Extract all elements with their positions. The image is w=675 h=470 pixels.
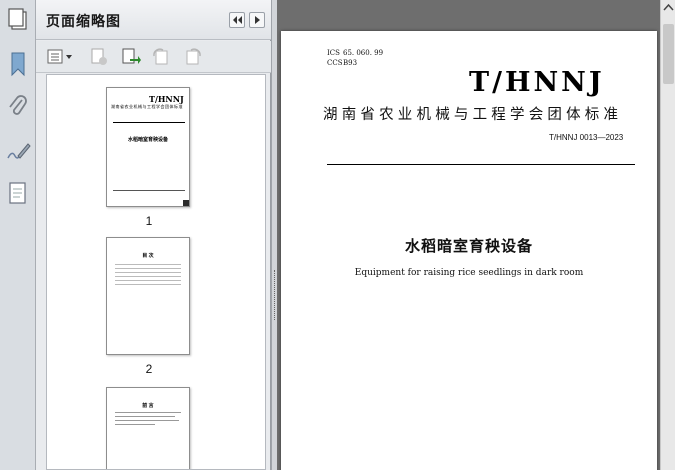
- thumb1-logo: T/HNNJ: [149, 94, 184, 104]
- delete-page-icon[interactable]: [88, 47, 110, 67]
- thumb1-org: 湖南省农业机械与工程学会团体标准: [111, 104, 183, 109]
- document-scroll-thumb[interactable]: [663, 24, 674, 84]
- header-divider: [327, 164, 635, 165]
- pages-icon[interactable]: [4, 6, 32, 34]
- document-scrollbar[interactable]: [660, 0, 675, 470]
- right-arrow-icon[interactable]: [249, 12, 265, 28]
- navigation-tool-strip: [0, 0, 36, 470]
- rotate-cw-icon[interactable]: [182, 47, 204, 67]
- standard-number: T/HNNJ 0013—2023: [549, 133, 624, 142]
- ics-value: 65. 060. 99: [343, 49, 384, 57]
- scroll-up-button[interactable]: [661, 0, 675, 16]
- page-thumbnails-panel: 页面缩略图 T/HNNJ 湖南省农业机械与工程学会团体标准 水稻暗室育秧设备 1…: [36, 0, 301, 470]
- signature-icon[interactable]: [4, 138, 32, 166]
- thumbnail-list: T/HNNJ 湖南省农业机械与工程学会团体标准 水稻暗室育秧设备 1 目 次 2…: [46, 74, 266, 470]
- document-title: 水稻暗室育秧设备: [404, 238, 533, 255]
- page-thumbnail-2[interactable]: 目 次: [106, 237, 190, 355]
- thumbnail-label-2: 2: [145, 362, 153, 376]
- ics-label: ICS: [327, 49, 340, 57]
- options-menu-icon[interactable]: [46, 47, 76, 67]
- chevron-up-icon: [663, 3, 674, 11]
- document-view[interactable]: ICS 65. 060. 99 CCS B93 T/HNNJ 湖南省农业机械与工…: [277, 0, 660, 470]
- thumb3-heading: 前 言: [142, 403, 154, 409]
- thumb1-title: 水稻暗室育秧设备: [127, 137, 168, 143]
- document-page: ICS 65. 060. 99 CCS B93 T/HNNJ 湖南省农业机械与工…: [281, 31, 657, 470]
- page-thumbnail-3[interactable]: 前 言: [106, 387, 190, 469]
- double-left-arrow-icon[interactable]: [229, 12, 245, 28]
- ccs-value: B93: [343, 59, 358, 67]
- panel-header: 页面缩略图: [36, 0, 271, 40]
- panel-title: 页面缩略图: [46, 13, 121, 29]
- document-subtitle: Equipment for raising rice seedlings in …: [354, 268, 584, 278]
- attachment-icon[interactable]: [4, 94, 32, 122]
- ccs-label: CCS: [327, 59, 343, 67]
- page-thumbnail-1[interactable]: T/HNNJ 湖南省农业机械与工程学会团体标准 水稻暗室育秧设备: [106, 87, 190, 207]
- thumb2-heading: 目 次: [142, 253, 154, 259]
- thumbnail-toolbar: [36, 41, 271, 73]
- organization-name: 湖南省农业机械与工程学会团体标准: [323, 107, 623, 123]
- layers-icon[interactable]: [4, 180, 32, 208]
- standard-logo: T/HNNJ: [469, 67, 605, 98]
- insert-page-icon[interactable]: [120, 47, 142, 67]
- rotate-ccw-icon[interactable]: [150, 47, 172, 67]
- bookmark-icon[interactable]: [4, 50, 32, 78]
- thumbnail-label-1: 1: [145, 214, 153, 228]
